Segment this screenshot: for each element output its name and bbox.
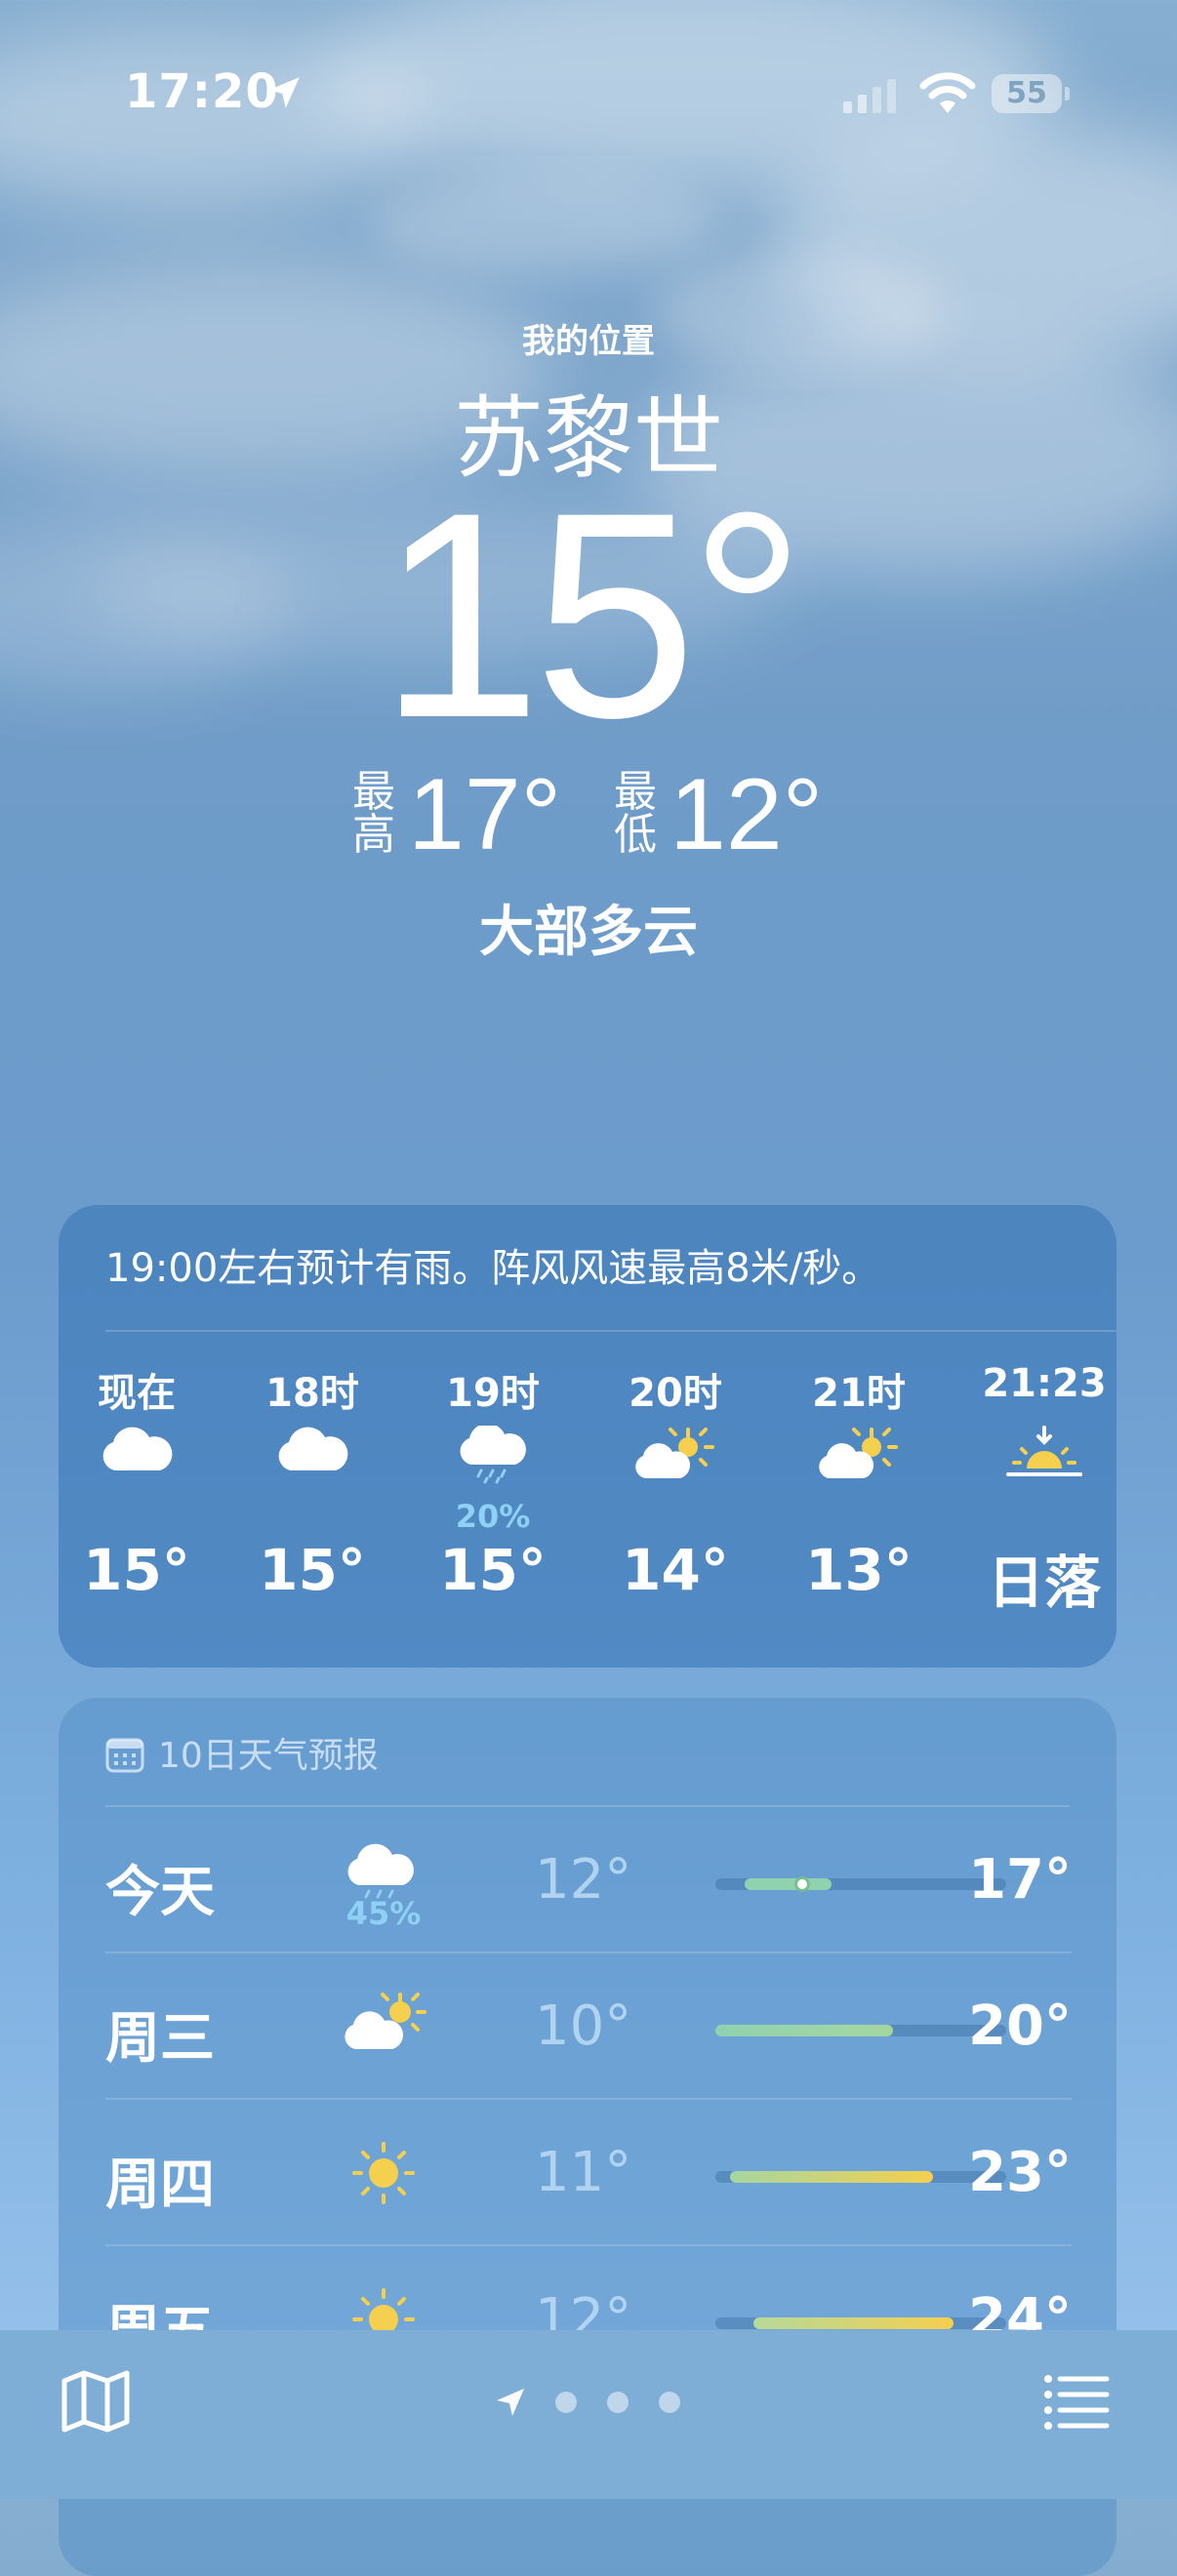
cloud-icon bbox=[278, 1427, 348, 1470]
map-icon[interactable] bbox=[61, 2369, 131, 2434]
hour-temperature: 15° bbox=[259, 1537, 366, 1603]
battery-level: 55 bbox=[1006, 76, 1047, 110]
forecast-day-row[interactable]: 周四 11° 23° bbox=[105, 2100, 1072, 2246]
status-time: 17:20 bbox=[125, 64, 279, 119]
hour-temperature: 14° bbox=[622, 1537, 729, 1603]
hour-label: 21:23 bbox=[982, 1361, 1107, 1406]
weather-condition: 大部多云 bbox=[479, 901, 698, 964]
status-bar: 17:20 55 bbox=[0, 0, 1177, 195]
cloud-rain-icon bbox=[460, 1426, 526, 1484]
hour-label: 21时 bbox=[812, 1371, 906, 1416]
current-temperature: 15° bbox=[379, 451, 806, 779]
hour-item: 20时 14° bbox=[597, 1361, 753, 1603]
hour-label: 19时 bbox=[446, 1371, 540, 1416]
hour-item: 18时 15° bbox=[234, 1361, 390, 1603]
hour-temperature: 15° bbox=[439, 1537, 547, 1603]
forecast-low: 11° bbox=[535, 2141, 632, 2204]
hour-item: 21:23 日落 bbox=[966, 1361, 1122, 1619]
forecast-day-row[interactable]: 今天 45% 12° 17° bbox=[105, 1807, 1072, 1953]
forecast-day: 今天 bbox=[105, 1861, 215, 1924]
hour-temperature: 15° bbox=[83, 1537, 190, 1603]
temperature-range-bar bbox=[715, 1878, 1006, 1890]
hour-temperature: 日落 bbox=[987, 1550, 1101, 1616]
hour-item: 21时 13° bbox=[781, 1361, 937, 1603]
temperature-range-bar bbox=[715, 2171, 1006, 2183]
my-location-label: 我的位置 bbox=[522, 322, 655, 361]
temperature-range-bar bbox=[715, 2025, 1006, 2036]
high-temperature: 17° bbox=[408, 758, 562, 871]
calendar-icon bbox=[105, 1738, 144, 1773]
hourly-summary: 19:00左右预计有雨。阵风风速最高8米/秒。 bbox=[105, 1246, 881, 1291]
sun-icon bbox=[352, 2142, 415, 2204]
hour-temperature: 13° bbox=[805, 1537, 913, 1603]
forecast-day-row[interactable]: 周三 10° 20° bbox=[105, 1953, 1072, 2100]
forecast-high: 23° bbox=[968, 2141, 1072, 2204]
forecast-high: 17° bbox=[968, 1848, 1072, 1912]
hour-label: 现在 bbox=[98, 1371, 176, 1416]
hour-precipitation: 20% bbox=[455, 1498, 531, 1535]
cellular-signal-icon bbox=[843, 79, 896, 113]
location-arrow-icon bbox=[497, 2389, 524, 2416]
high-low-temperature: 最高 17° 最低 12° bbox=[0, 761, 1177, 878]
hour-item: 现在 15° bbox=[59, 1361, 215, 1603]
location-arrow-icon bbox=[268, 77, 300, 108]
forecast-low: 12° bbox=[535, 1848, 632, 1912]
cloud-icon bbox=[102, 1427, 173, 1470]
forecast-day: 周三 bbox=[105, 2007, 215, 2071]
list-icon[interactable] bbox=[1042, 2369, 1113, 2434]
sunset-icon bbox=[1006, 1426, 1082, 1476]
partly-sunny-icon bbox=[819, 1428, 898, 1478]
high-label: 最高 bbox=[352, 767, 395, 860]
page-indicator[interactable] bbox=[493, 2381, 688, 2424]
partly-sunny-icon bbox=[345, 1992, 426, 2049]
temperature-range-bar bbox=[715, 2317, 1006, 2329]
low-label: 最低 bbox=[614, 767, 657, 860]
forecast-title: 10日天气预报 bbox=[158, 1736, 379, 1776]
partly-sunny-icon bbox=[635, 1428, 714, 1478]
wifi-icon bbox=[919, 72, 976, 113]
hourly-forecast-card[interactable]: 19:00左右预计有雨。阵风风速最高8米/秒。 现在 15° 18时 15° 1… bbox=[59, 1205, 1116, 1668]
forecast-low: 10° bbox=[535, 1994, 632, 2058]
low-temperature: 12° bbox=[670, 758, 824, 871]
hour-label: 18时 bbox=[265, 1371, 359, 1416]
hour-label: 20时 bbox=[629, 1371, 722, 1416]
forecast-high: 20° bbox=[968, 1994, 1072, 2058]
hour-item: 19时 20% 15° bbox=[415, 1361, 571, 1603]
forecast-day: 周四 bbox=[105, 2153, 215, 2217]
forecast-precipitation: 45% bbox=[345, 1895, 422, 1932]
battery-indicator: 55 bbox=[992, 74, 1070, 115]
bottom-toolbar bbox=[0, 2330, 1177, 2499]
forecast-header: 10日天气预报 bbox=[105, 1727, 379, 1778]
